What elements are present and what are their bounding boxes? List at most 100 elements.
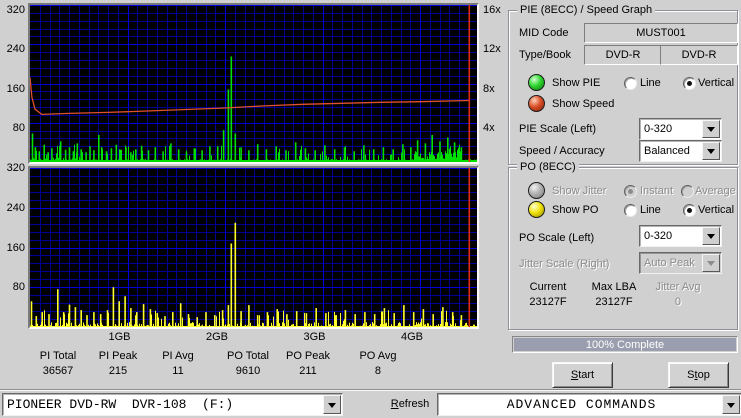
jitter-avg: Jitter Avg 0 [655,281,700,308]
pie-vertical-label: Vertical [698,77,734,89]
show-jitter-label: Show Jitter [552,185,606,197]
po-group-title: PO (8ECC) [517,161,579,173]
show-pie-label: Show PIE [552,77,600,89]
stat-po-avg: PO Avg 8 [359,350,396,377]
jitter-avg-value: 0 [655,296,700,308]
pie-line-radio[interactable] [624,77,637,90]
book-type-field: DVD-R [660,45,738,65]
speed-y-axis-tick: 4x [483,122,495,134]
po-y-axis-tick: 320 [0,162,25,174]
show-jitter-led-button [528,182,545,199]
bottom-divider [0,389,741,391]
start-button[interactable]: Start [552,362,613,388]
x-axis-tick: 2GB [206,331,228,343]
stat-pi-avg: PI Avg11 [162,350,194,377]
progress-fill: 100% Complete [514,338,736,351]
speed-accuracy-select[interactable]: Balanced [639,140,722,162]
stat-label: PI Peak [99,350,138,362]
disc-type-field: DVD-R [584,45,662,65]
jitter-average-label: Average [695,185,736,197]
x-axis-tick: 4GB [401,331,423,343]
chevron-down-icon [702,254,720,272]
speed-accuracy-value: Balanced [644,141,703,161]
x-axis-tick: 3GB [303,331,325,343]
x-axis-tick: 1GB [108,331,130,343]
show-po-led-button[interactable] [528,201,545,218]
pie-speed-graph [28,3,479,164]
speed-y-axis-tick: 8x [483,83,495,95]
mid-code-field: MUST001 [584,23,738,43]
current-label: Current [529,281,566,293]
stat-label: PO Avg [359,350,396,362]
jitter-average-radio [681,185,694,198]
stat-pi-total: PI Total 36567 [40,350,77,377]
refresh-button[interactable]: Refresh [382,398,438,410]
progress-text: 100% Complete [586,339,664,351]
chevron-down-icon[interactable] [702,227,720,245]
pie-scale-label: PIE Scale (Left) [519,123,596,135]
po-vertical-radio[interactable] [683,204,696,217]
po-y-axis-tick: 240 [0,202,25,214]
app-window: 3202401608016x12x8x4x320240160801GB2GB3G… [0,0,741,418]
stat-po-peak: PO Peak 211 [286,350,330,377]
po-plot-svg [30,168,477,327]
jitter-instant-label: Instant [640,185,673,197]
jitter-instant-radio [624,185,637,198]
pie-speed-plot-svg [30,5,477,162]
max-lba: Max LBA 23127F [592,281,637,308]
pie-scale-select[interactable]: 0-320 [639,118,722,140]
chevron-down-icon[interactable] [702,120,720,138]
chevron-down-icon[interactable] [323,395,341,414]
stat-value: 211 [286,365,330,377]
show-pie-led-button[interactable] [528,74,545,91]
speed-accuracy-label: Speed / Accuracy [519,145,605,157]
mid-code-value: MUST001 [636,27,686,39]
max-lba-value: 23127F [592,296,637,308]
po-group: PO (8ECC) Show Jitter Instant Average Sh… [508,167,738,330]
po-scale-value: 0-320 [644,226,703,246]
chevron-down-icon[interactable] [722,395,740,414]
stop-button[interactable]: Stop [668,362,729,388]
show-speed-label: Show Speed [552,98,614,110]
max-lba-label: Max LBA [592,281,637,293]
book-type-value: DVD-R [682,49,717,61]
chevron-down-icon[interactable] [702,142,720,160]
speed-y-axis-tick: 16x [483,4,501,16]
po-y-axis-tick: 80 [0,281,25,293]
pie-vertical-radio[interactable] [683,77,696,90]
pie-y-axis-tick: 80 [0,122,25,134]
refresh-button-label: Refresh [391,398,430,410]
po-scale-label: PO Scale (Left) [519,232,594,244]
drive-select[interactable]: PIONEER DVD-RW DVR-108 (F:) [2,393,343,416]
po-scale-select[interactable]: 0-320 [639,225,722,247]
stat-value: 215 [99,365,138,377]
stop-button-label: Stop [687,369,710,381]
stat-label: PI Total [40,350,77,362]
jitter-scale-label: Jitter Scale (Right) [519,258,609,270]
stat-po-total: PO Total9610 [227,350,269,377]
po-graph [28,166,479,329]
jitter-scale-value: Auto Peak [644,253,703,273]
stat-label: PO Peak [286,350,330,362]
pie-speed-group: PIE (8ECC) / Speed Graph MID Code MUST00… [508,10,738,165]
disc-type-value: DVD-R [606,49,641,61]
pie-y-axis-tick: 160 [0,83,25,95]
mid-code-label: MID Code [519,27,569,39]
stat-value: 8 [359,365,396,377]
start-button-label: Start [571,369,594,381]
stat-pi-peak: PI Peak 215 [99,350,138,377]
jitter-avg-label: Jitter Avg [655,281,700,293]
stat-value: 36567 [40,365,77,377]
stat-value: 9610 [227,365,269,377]
pie-y-axis-tick: 240 [0,43,25,55]
stat-label: PI Avg [162,350,194,362]
advanced-commands-select[interactable]: ADVANCED COMMANDS [437,393,741,416]
po-line-radio[interactable] [624,204,637,217]
pie-line-label: Line [640,77,661,89]
pie-y-axis-tick: 320 [0,4,25,16]
po-vertical-label: Vertical [698,204,734,216]
current-lba: Current23127F [529,281,566,308]
advanced-commands-value: ADVANCED COMMANDS [442,394,721,415]
show-speed-led-button[interactable] [528,95,545,112]
pie-scale-value: 0-320 [644,119,703,139]
